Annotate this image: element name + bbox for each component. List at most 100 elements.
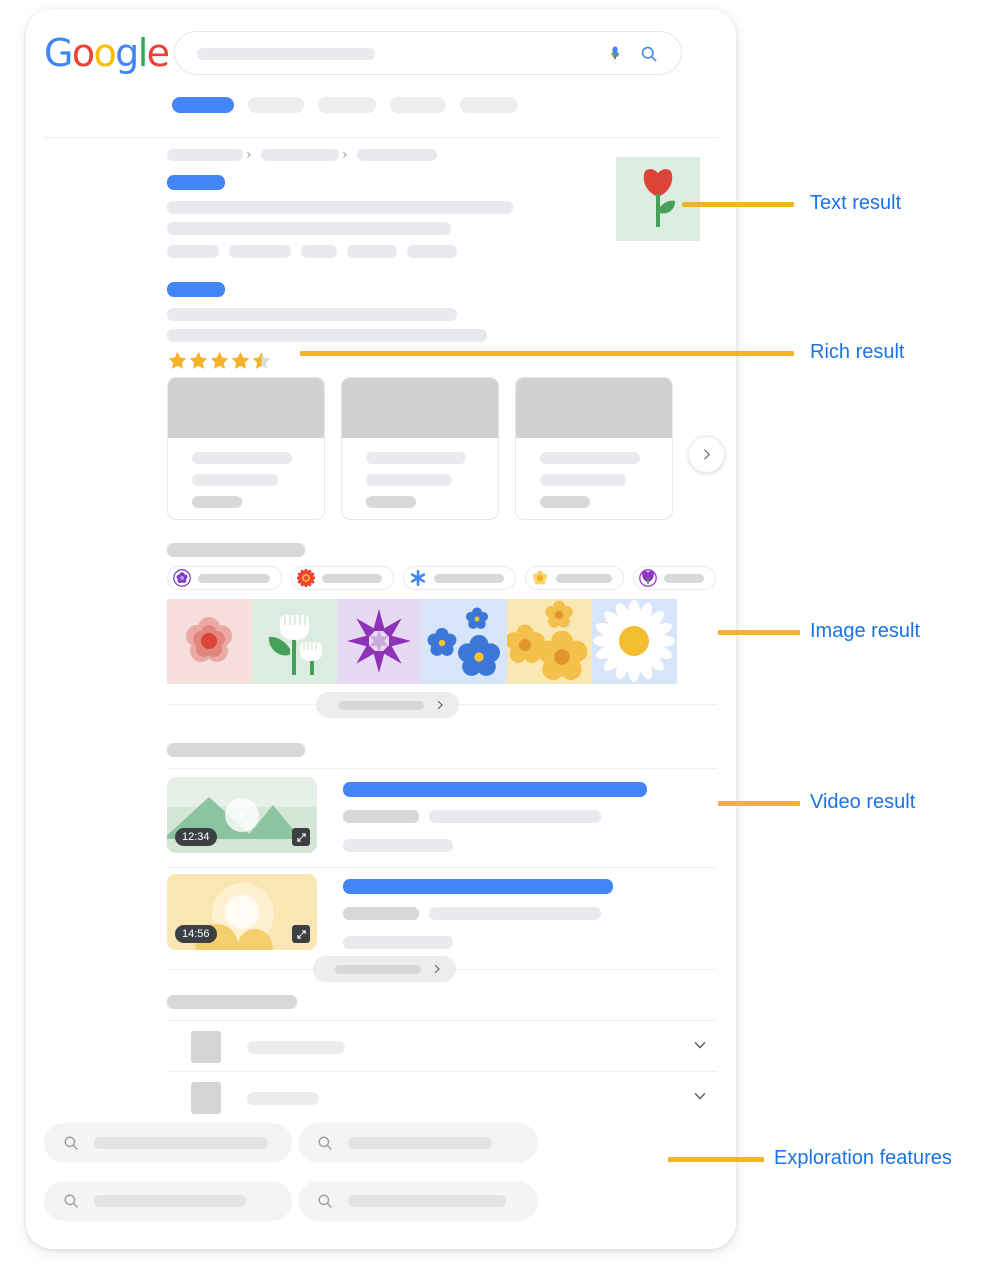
video-item-1[interactable]: 12:34: [167, 777, 717, 867]
search-icon[interactable]: [639, 44, 659, 64]
video-result-more-button[interactable]: [313, 956, 456, 982]
image-results-strip[interactable]: [167, 599, 677, 684]
video-meta-date: [429, 810, 601, 823]
chip-flower-blue[interactable]: [403, 566, 516, 590]
breadcrumb-segment[interactable]: [357, 149, 437, 161]
image-tile-rose[interactable]: [167, 599, 252, 684]
carousel-card-image: [342, 378, 498, 438]
tab-all[interactable]: [172, 97, 234, 113]
image-section-heading: [167, 543, 305, 557]
related-search-1[interactable]: [44, 1123, 292, 1163]
carousel-card-line: [366, 496, 416, 508]
image-tile-sunflowers[interactable]: [507, 599, 592, 684]
expand-icon[interactable]: [292, 925, 310, 943]
related-search-label: [94, 1195, 246, 1207]
serp-header: Google: [26, 9, 736, 138]
video-meta-source: [343, 907, 419, 920]
carousel-card-line: [366, 474, 452, 486]
search-input[interactable]: [174, 31, 682, 75]
chevron-down-icon[interactable]: [691, 1036, 709, 1054]
annotation-video-result-label: Video result: [810, 791, 916, 813]
rose-icon: [186, 617, 232, 662]
expand-icon[interactable]: [292, 828, 310, 846]
video-thumbnail[interactable]: 14:56: [167, 874, 317, 950]
sitelink-chip[interactable]: [301, 245, 337, 258]
microphone-icon[interactable]: [605, 43, 625, 65]
play-icon[interactable]: [225, 798, 259, 832]
annotation-image-result-line: [718, 630, 800, 635]
carousel-card-image: [168, 378, 324, 438]
video-title[interactable]: [343, 782, 647, 797]
accordion-section-heading: [167, 995, 297, 1009]
carousel-card-2[interactable]: [341, 377, 499, 520]
sitelinks[interactable]: [167, 245, 457, 258]
image-tile-daisy[interactable]: [592, 599, 677, 684]
accordion-row-1[interactable]: [167, 1021, 727, 1071]
image-tile-forget-me-not[interactable]: [422, 599, 507, 684]
breadcrumb-separator-icon: ›: [246, 147, 252, 163]
sitelink-chip[interactable]: [407, 245, 457, 258]
white-tulips-icon: [268, 615, 322, 675]
annotation-rich-result-label: Rich result: [810, 341, 905, 363]
sitelink-chip[interactable]: [229, 245, 291, 258]
yellow-flower-icon: [532, 570, 548, 585]
sitelink-chip[interactable]: [347, 245, 397, 258]
carousel-card-3[interactable]: [515, 377, 673, 520]
logo-letter-1: o: [71, 31, 95, 75]
star-rating: [167, 350, 272, 370]
tab-images[interactable]: [248, 97, 304, 113]
purple-tulip-icon: [639, 569, 657, 587]
sitelink-chip[interactable]: [167, 245, 219, 258]
accordion-thumbnail: [191, 1082, 221, 1114]
screenshot-root: Google › › 12:34 14:56 Text result Rich …: [0, 0, 1000, 1273]
accordion-row-2[interactable]: [167, 1072, 727, 1122]
annotation-image-result-label: Image result: [810, 620, 921, 642]
carousel-card-1[interactable]: [167, 377, 325, 520]
annotation-video-result-line: [718, 801, 800, 806]
text-result-thumbnail[interactable]: [616, 157, 700, 241]
play-icon[interactable]: [225, 895, 259, 929]
breadcrumb-segment[interactable]: [167, 149, 243, 161]
rich-result-title[interactable]: [167, 282, 225, 297]
tab-shopping[interactable]: [460, 97, 518, 113]
chevron-down-icon[interactable]: [691, 1087, 709, 1105]
carousel-next-button[interactable]: [688, 436, 725, 473]
breadcrumb-segment[interactable]: [261, 149, 339, 161]
chip-flower-yellow[interactable]: [525, 566, 624, 590]
chip-flower-red[interactable]: [291, 566, 394, 590]
video-thumbnail[interactable]: 12:34: [167, 777, 317, 853]
video-title[interactable]: [343, 879, 613, 894]
chip-flower-tulip[interactable]: [633, 566, 716, 590]
white-daisy-icon: [593, 600, 675, 682]
tab-videos[interactable]: [318, 97, 376, 113]
related-search-4[interactable]: [298, 1181, 538, 1221]
image-filter-chips[interactable]: [167, 566, 716, 590]
result-title[interactable]: [167, 175, 225, 190]
annotation-exploration-features-label: Exploration features: [774, 1147, 952, 1169]
chip-label: [322, 573, 382, 583]
image-tile-clematis[interactable]: [337, 599, 422, 684]
tulip-flower-icon: [643, 169, 676, 227]
video-description: [343, 936, 453, 949]
annotation-exploration-features-line: [668, 1157, 764, 1162]
accordion-thumbnail: [191, 1031, 221, 1063]
annotation-text-result-label: Text result: [810, 192, 902, 214]
blue-snowflake-flower-icon: [410, 570, 426, 586]
chevron-right-icon: [704, 449, 710, 460]
carousel-card-line: [192, 496, 242, 508]
serp-tabs[interactable]: [172, 97, 518, 113]
chip-flower-violet[interactable]: [167, 566, 282, 590]
video-item-2[interactable]: 14:56: [167, 874, 717, 964]
image-tile-tulips[interactable]: [252, 599, 337, 684]
carousel-card-image: [516, 378, 672, 438]
video-description: [343, 839, 453, 852]
purple-clematis-icon: [347, 609, 411, 673]
tab-news[interactable]: [390, 97, 446, 113]
image-result-more-button[interactable]: [316, 692, 459, 718]
related-search-2[interactable]: [298, 1123, 538, 1163]
video-section-divider: [167, 768, 717, 769]
carousel-card-line: [366, 452, 466, 464]
star-icon: [168, 351, 187, 369]
related-search-3[interactable]: [44, 1181, 292, 1221]
related-search-label: [94, 1137, 268, 1149]
